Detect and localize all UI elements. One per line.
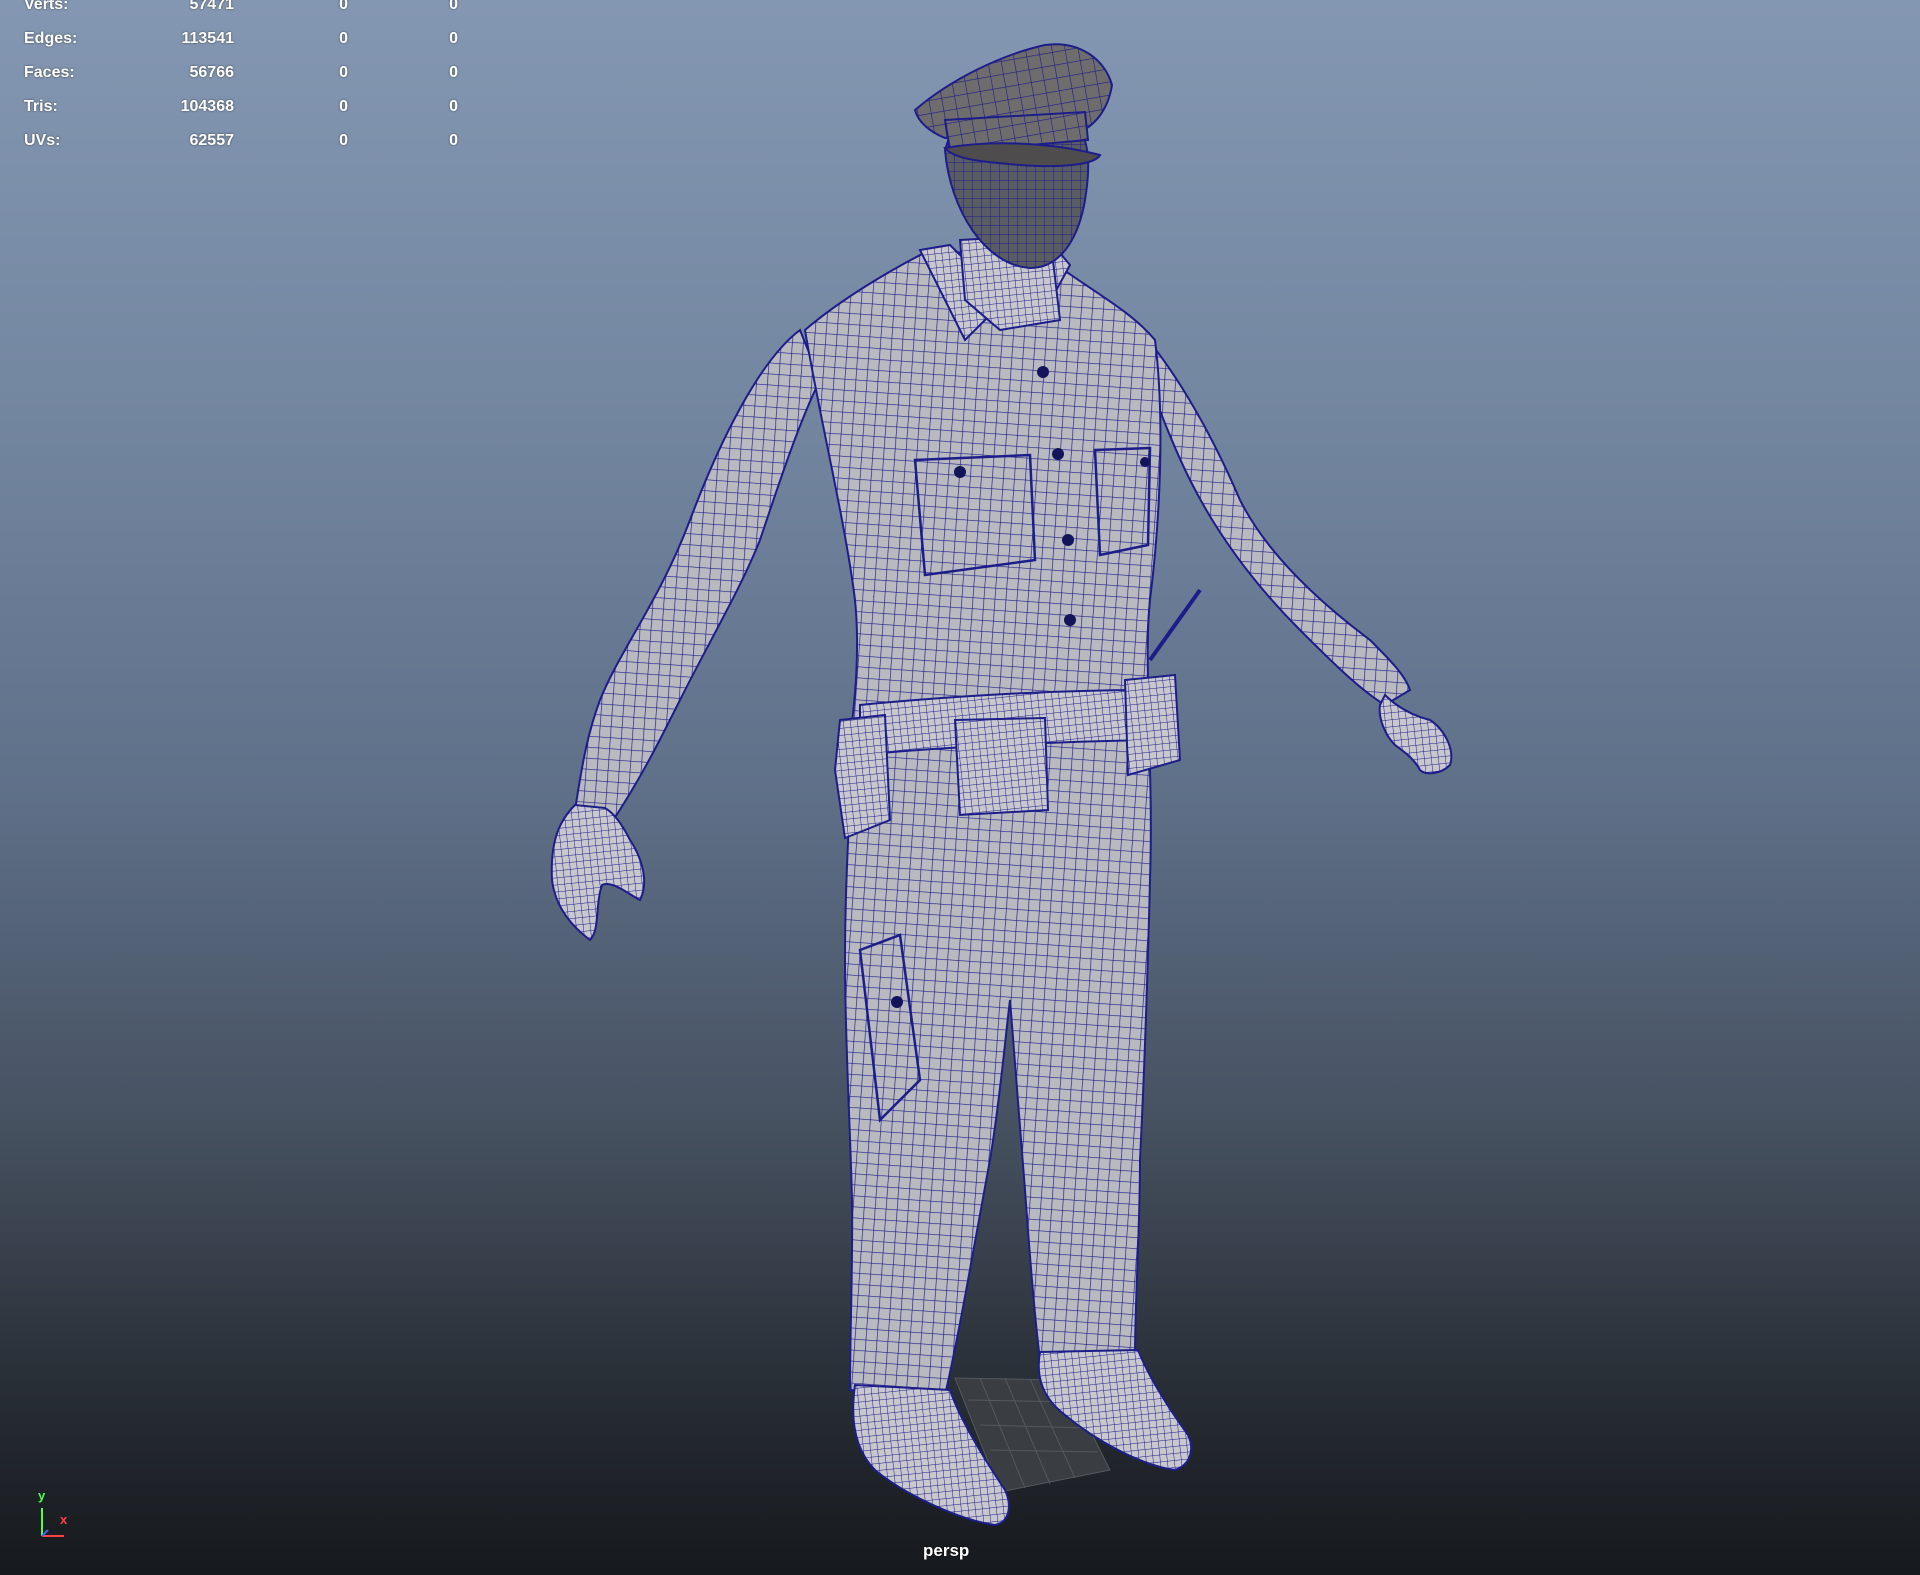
belt-pouches bbox=[953, 716, 1050, 817]
police-officer-mesh[interactable] bbox=[0, 0, 1920, 1575]
maya-viewport[interactable]: Verts: 57471 0 0 Edges: 113541 0 0 Faces… bbox=[0, 0, 1920, 1575]
right-arm bbox=[1128, 317, 1412, 707]
left-arm bbox=[573, 328, 822, 827]
right-hand bbox=[1378, 693, 1453, 775]
left-hand bbox=[550, 803, 646, 942]
axis-y-label: y bbox=[38, 1488, 46, 1503]
view-axis-indicator: y x bbox=[30, 1488, 90, 1548]
camera-name-label: persp bbox=[923, 1541, 970, 1560]
pocket-button bbox=[891, 996, 903, 1008]
holster bbox=[833, 713, 892, 840]
radio-antenna bbox=[1148, 588, 1202, 662]
axis-x-label: x bbox=[60, 1512, 68, 1527]
chest-pocket-left bbox=[913, 453, 1037, 577]
radio bbox=[1123, 673, 1182, 777]
